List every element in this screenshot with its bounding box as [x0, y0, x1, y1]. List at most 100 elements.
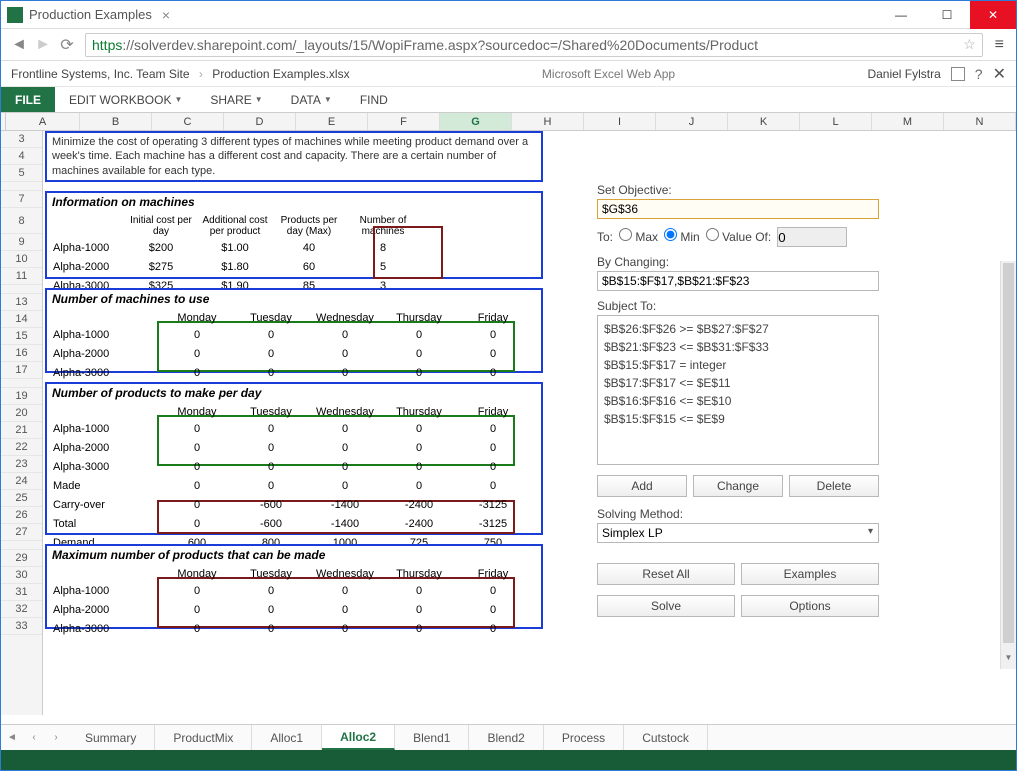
edit-workbook-menu[interactable]: EDIT WORKBOOK▼: [55, 87, 196, 112]
sheet-tab-cutstock[interactable]: Cutstock: [624, 725, 708, 750]
col-header-D[interactable]: D: [224, 113, 296, 130]
row-header-13[interactable]: 13: [1, 294, 42, 311]
grid-cell[interactable]: 0: [383, 582, 455, 599]
grid-cell[interactable]: 0: [457, 601, 529, 618]
row-header-25[interactable]: 25: [1, 490, 42, 507]
row-header-33[interactable]: 33: [1, 618, 42, 635]
grid-cell[interactable]: 0: [309, 326, 381, 343]
grid-cell[interactable]: 0: [309, 364, 381, 381]
grid-cell[interactable]: 0: [309, 582, 381, 599]
install-icon[interactable]: [951, 67, 965, 81]
grid-cell[interactable]: 0: [161, 601, 233, 618]
grid-cell[interactable]: 0: [309, 620, 381, 637]
grid-cell[interactable]: -600: [235, 496, 307, 513]
sheet-tab-summary[interactable]: Summary: [67, 725, 155, 750]
grid-cell[interactable]: 0: [309, 439, 381, 456]
help-icon[interactable]: ?: [975, 66, 983, 82]
grid-cell[interactable]: 0: [383, 601, 455, 618]
data-menu[interactable]: DATA▼: [277, 87, 346, 112]
opt-max[interactable]: Max: [619, 228, 658, 244]
info-cell[interactable]: 40: [273, 239, 345, 256]
constraint-item[interactable]: $B$21:$F$23 <= $B$31:$F$33: [604, 338, 872, 356]
row-header-4[interactable]: 4: [1, 148, 42, 165]
opt-min[interactable]: Min: [664, 228, 700, 244]
grid-cell[interactable]: 0: [161, 326, 233, 343]
row-header-10[interactable]: 10: [1, 251, 42, 268]
by-changing-input[interactable]: [597, 271, 879, 291]
grid-cell[interactable]: -3125: [457, 515, 529, 532]
maximize-button[interactable]: ☐: [924, 1, 970, 29]
grid-cell[interactable]: 0: [457, 477, 529, 494]
col-header-L[interactable]: L: [800, 113, 872, 130]
row-header-5[interactable]: 5: [1, 165, 42, 182]
grid-cell[interactable]: 0: [309, 345, 381, 362]
row-header-8[interactable]: 8: [1, 208, 42, 234]
grid-cell[interactable]: 0: [383, 345, 455, 362]
file-tab[interactable]: FILE: [1, 87, 55, 112]
col-header-J[interactable]: J: [656, 113, 728, 130]
grid-cell[interactable]: 0: [161, 458, 233, 475]
grid-cell[interactable]: 0: [457, 364, 529, 381]
sheet-tab-productmix[interactable]: ProductMix: [155, 725, 252, 750]
grid-cell[interactable]: 0: [457, 458, 529, 475]
opt-valueof[interactable]: Value Of:: [706, 228, 771, 244]
col-header-E[interactable]: E: [296, 113, 368, 130]
col-header-G[interactable]: G: [440, 113, 512, 130]
tab-close-icon[interactable]: ×: [162, 7, 170, 23]
change-button[interactable]: Change: [693, 475, 783, 497]
grid-cell[interactable]: 0: [235, 364, 307, 381]
grid-cell[interactable]: 0: [161, 420, 233, 437]
row-header-20[interactable]: 20: [1, 405, 42, 422]
grid-cell[interactable]: 0: [161, 496, 233, 513]
grid-cell[interactable]: 0: [235, 326, 307, 343]
grid-cell[interactable]: -2400: [383, 496, 455, 513]
row-header-24[interactable]: 24: [1, 473, 42, 490]
grid-cell[interactable]: 0: [161, 477, 233, 494]
row-header-17[interactable]: 17: [1, 362, 42, 379]
sheet-tab-process[interactable]: Process: [544, 725, 624, 750]
col-header-A[interactable]: A: [6, 113, 80, 130]
grid-cell[interactable]: 0: [161, 439, 233, 456]
grid-cell[interactable]: 0: [383, 477, 455, 494]
reload-button[interactable]: ⟳: [55, 33, 79, 57]
grid-cell[interactable]: 0: [383, 326, 455, 343]
grid-cell[interactable]: 0: [161, 620, 233, 637]
row-header-14[interactable]: 14: [1, 311, 42, 328]
forward-button[interactable]: ►: [31, 33, 55, 57]
grid-cell[interactable]: 0: [383, 458, 455, 475]
grid-cell[interactable]: 0: [161, 515, 233, 532]
col-header-M[interactable]: M: [872, 113, 944, 130]
grid-cell[interactable]: -3125: [457, 496, 529, 513]
app-close-icon[interactable]: ✕: [993, 64, 1006, 84]
row-header-15[interactable]: 15: [1, 328, 42, 345]
spreadsheet-grid[interactable]: Minimize the cost of operating 3 differe…: [43, 131, 547, 715]
row-header-9[interactable]: 9: [1, 234, 42, 251]
sheet-tab-alloc2[interactable]: Alloc2: [322, 725, 395, 750]
add-button[interactable]: Add: [597, 475, 687, 497]
close-button[interactable]: ✕: [970, 1, 1016, 29]
row-header-21[interactable]: 21: [1, 422, 42, 439]
grid-cell[interactable]: 0: [309, 420, 381, 437]
tab-scroll-next-icon[interactable]: ›: [45, 732, 67, 743]
grid-cell[interactable]: 0: [457, 345, 529, 362]
info-cell[interactable]: $1.00: [199, 239, 271, 256]
col-header-K[interactable]: K: [728, 113, 800, 130]
info-cell[interactable]: $275: [125, 258, 197, 275]
row-header-19[interactable]: 19: [1, 388, 42, 405]
row-header-27[interactable]: 27: [1, 524, 42, 541]
col-header-I[interactable]: I: [584, 113, 656, 130]
sheet-tab-blend1[interactable]: Blend1: [395, 725, 469, 750]
grid-cell[interactable]: 0: [383, 620, 455, 637]
scroll-thumb[interactable]: [1003, 263, 1014, 643]
share-menu[interactable]: SHARE▼: [196, 87, 276, 112]
sheet-tab-blend2[interactable]: Blend2: [469, 725, 543, 750]
constraint-item[interactable]: $B$16:$F$16 <= $E$10: [604, 392, 872, 410]
crumb-file[interactable]: Production Examples.xlsx: [212, 67, 349, 81]
grid-cell[interactable]: 0: [457, 582, 529, 599]
col-header-H[interactable]: H: [512, 113, 584, 130]
constraint-item[interactable]: $B$15:$F$15 <= $E$9: [604, 410, 872, 428]
grid-cell[interactable]: 0: [457, 439, 529, 456]
row-header-32[interactable]: 32: [1, 601, 42, 618]
reset-button[interactable]: Reset All: [597, 563, 735, 585]
grid-cell[interactable]: 0: [383, 420, 455, 437]
